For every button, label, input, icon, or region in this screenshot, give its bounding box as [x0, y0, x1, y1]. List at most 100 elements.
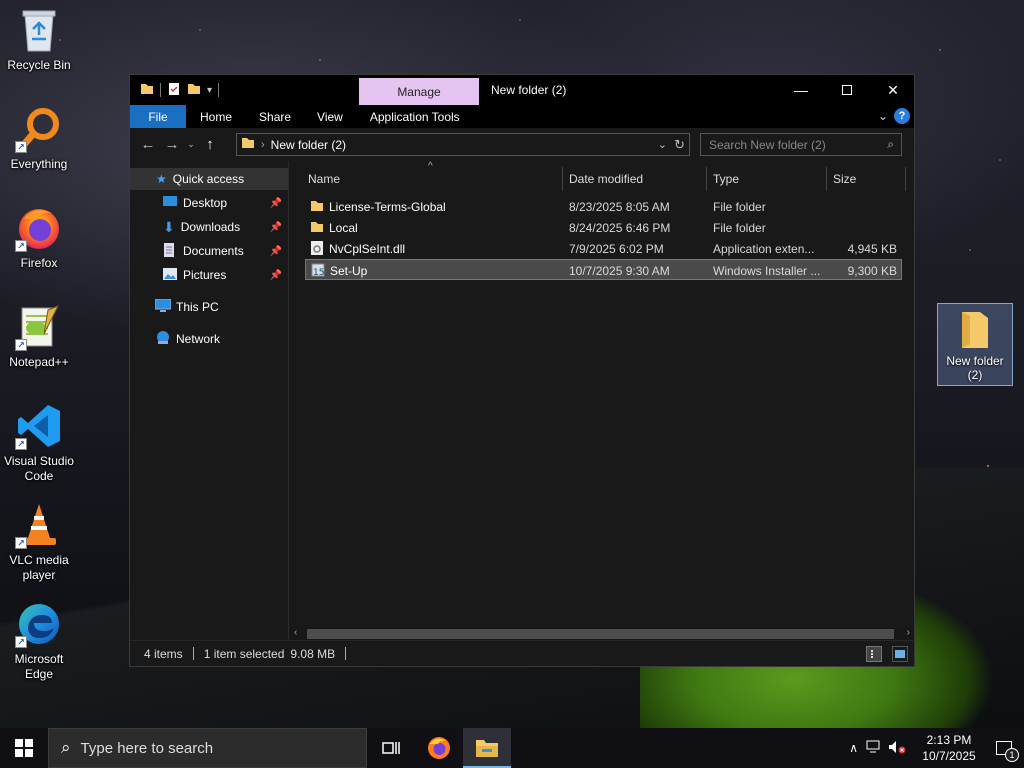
- file-row[interactable]: License-Terms-Global 8/23/2025 8:05 AM F…: [305, 196, 902, 217]
- tab-home[interactable]: Home: [186, 105, 246, 128]
- pin-icon[interactable]: 📌: [270, 222, 282, 233]
- nav-label: Network: [176, 332, 221, 346]
- forward-button[interactable]: →: [160, 134, 184, 156]
- start-button[interactable]: [0, 728, 48, 768]
- file-row[interactable]: NvCplSeInt.dll 7/9/2025 6:02 PM Applicat…: [305, 238, 902, 259]
- desktop-icon-edge[interactable]: ↗ Microsoft Edge: [1, 600, 77, 682]
- up-button[interactable]: ↑: [198, 134, 222, 156]
- pin-icon[interactable]: 📌: [270, 270, 282, 281]
- desktop-icon-firefox[interactable]: ↗ Firefox: [1, 204, 77, 271]
- expand-ribbon-chevron-icon[interactable]: ⌄: [878, 109, 888, 123]
- taskbar-search-box[interactable]: ⌕ Type here to search: [48, 728, 367, 768]
- taskbar-file-explorer-button[interactable]: [463, 728, 511, 768]
- nav-label: Documents: [183, 244, 244, 258]
- pin-icon[interactable]: 📌: [270, 198, 282, 209]
- file-type: Application exten...: [713, 242, 815, 256]
- close-button[interactable]: ✕: [870, 75, 916, 105]
- file-name: Set-Up: [330, 264, 368, 278]
- nav-item-documents[interactable]: Documents 📌: [130, 240, 288, 262]
- desktop-icon-label: Notepad++: [9, 355, 69, 369]
- desktop-icon-notepad-plus-plus[interactable]: ↗ Notepad++: [1, 303, 77, 370]
- ribbon-tabs: File Home Share View Application Tools ⌄…: [130, 105, 914, 128]
- nav-item-this-pc[interactable]: This PC: [130, 296, 288, 318]
- refresh-icon[interactable]: ↻: [674, 137, 685, 153]
- taskbar-clock[interactable]: 2:13 PM 10/7/2025: [914, 732, 984, 764]
- column-divider[interactable]: [826, 167, 827, 191]
- scrollbar-thumb[interactable]: [307, 629, 894, 639]
- column-divider[interactable]: [905, 167, 906, 191]
- title-bar[interactable]: ▾ Manage New folder (2) — ✕: [130, 75, 914, 105]
- address-bar[interactable]: › New folder (2) ⌄ ↻: [236, 133, 690, 156]
- status-divider: [192, 647, 194, 660]
- manage-context-tab[interactable]: Manage: [359, 78, 479, 105]
- nav-item-desktop[interactable]: Desktop 📌: [130, 192, 288, 214]
- scroll-left-icon[interactable]: ‹: [294, 627, 297, 638]
- search-placeholder: Search New folder (2): [709, 137, 826, 152]
- minimize-button[interactable]: —: [778, 75, 824, 105]
- file-size: 4,945 KB: [847, 242, 897, 256]
- file-row[interactable]: Local 8/24/2025 6:46 PM File folder: [305, 217, 902, 238]
- recycle-bin-icon: [15, 6, 63, 54]
- file-explorer-window[interactable]: ▾ Manage New folder (2) — ✕ File Home Sh…: [129, 74, 915, 667]
- desktop-icon-everything[interactable]: ↗ Everything: [1, 105, 77, 172]
- tab-share[interactable]: Share: [246, 105, 304, 128]
- column-divider[interactable]: [706, 167, 707, 191]
- desktop-icon-label: Everything: [10, 157, 68, 171]
- up-arrow-icon: ↑: [206, 136, 214, 153]
- search-icon: ⌕: [887, 137, 894, 151]
- horizontal-scrollbar[interactable]: ‹ ›: [290, 627, 914, 640]
- vlc-cone-icon: ↗: [15, 501, 63, 549]
- address-dropdown-icon[interactable]: ⌄: [658, 138, 667, 151]
- column-divider[interactable]: [562, 167, 563, 191]
- clock-time: 2:13 PM: [926, 733, 972, 747]
- nav-label: Pictures: [183, 268, 227, 282]
- recent-locations-button[interactable]: ⌄: [184, 134, 198, 156]
- network-status-icon[interactable]: [866, 740, 882, 757]
- back-button[interactable]: ←: [136, 134, 160, 156]
- taskbar-firefox-button[interactable]: [415, 728, 463, 768]
- column-header-size[interactable]: Size: [833, 167, 856, 191]
- action-center-button[interactable]: 1: [984, 728, 1024, 768]
- shortcut-arrow-icon: ↗: [15, 339, 27, 351]
- nav-item-quick-access[interactable]: ★ Quick access: [130, 168, 288, 190]
- breadcrumb-current[interactable]: New folder (2): [271, 138, 346, 152]
- customize-toolbar-icon[interactable]: ▾: [207, 85, 212, 96]
- column-header-type[interactable]: Type: [713, 167, 739, 191]
- desktop-icon-vlc[interactable]: ↗ VLC media player: [1, 501, 77, 583]
- scroll-right-icon[interactable]: ›: [907, 627, 910, 638]
- search-input[interactable]: Search New folder (2) ⌕: [700, 133, 902, 156]
- show-hidden-icons-chevron-icon[interactable]: ∧: [849, 741, 858, 755]
- large-icons-view-button[interactable]: [892, 646, 908, 662]
- file-row-selected[interactable]: 15 Set-Up 10/7/2025 9:30 AM Windows Inst…: [305, 259, 902, 280]
- properties-icon[interactable]: [167, 82, 181, 99]
- shortcut-arrow-icon: ↗: [15, 141, 27, 153]
- volume-muted-icon[interactable]: [888, 740, 906, 757]
- minimize-icon: —: [794, 82, 808, 98]
- maximize-icon: [842, 85, 852, 95]
- desktop-icon-vscode[interactable]: ↗ Visual Studio Code: [1, 402, 77, 484]
- desktop-icon-recycle-bin[interactable]: Recycle Bin: [1, 6, 77, 73]
- details-view-button[interactable]: [866, 646, 882, 662]
- shortcut-arrow-icon: ↗: [15, 240, 27, 252]
- desktop-folder-new-folder-2[interactable]: New folder (2): [937, 303, 1013, 386]
- column-header-date-modified[interactable]: Date modified: [569, 167, 643, 191]
- tab-application-tools[interactable]: Application Tools: [356, 105, 474, 128]
- task-view-button[interactable]: [367, 728, 415, 768]
- new-folder-icon[interactable]: [187, 82, 201, 99]
- pin-icon[interactable]: 📌: [270, 246, 282, 257]
- desktop-folder-label: New folder (2): [946, 354, 1004, 382]
- tab-view[interactable]: View: [304, 105, 356, 128]
- back-arrow-icon: ←: [140, 136, 156, 153]
- everything-magnifier-icon: ↗: [15, 105, 63, 153]
- folder-icon: [310, 199, 324, 216]
- nav-item-downloads[interactable]: ⬇ Downloads 📌: [130, 216, 288, 238]
- column-header-name[interactable]: Name: [308, 167, 340, 191]
- help-icon[interactable]: ?: [894, 108, 910, 124]
- tab-file[interactable]: File: [130, 105, 186, 128]
- nav-item-pictures[interactable]: Pictures 📌: [130, 264, 288, 286]
- shortcut-arrow-icon: ↗: [15, 636, 27, 648]
- firefox-icon: [428, 737, 450, 759]
- maximize-button[interactable]: [824, 75, 870, 105]
- task-view-icon: [382, 742, 400, 754]
- nav-item-network[interactable]: Network: [130, 328, 288, 350]
